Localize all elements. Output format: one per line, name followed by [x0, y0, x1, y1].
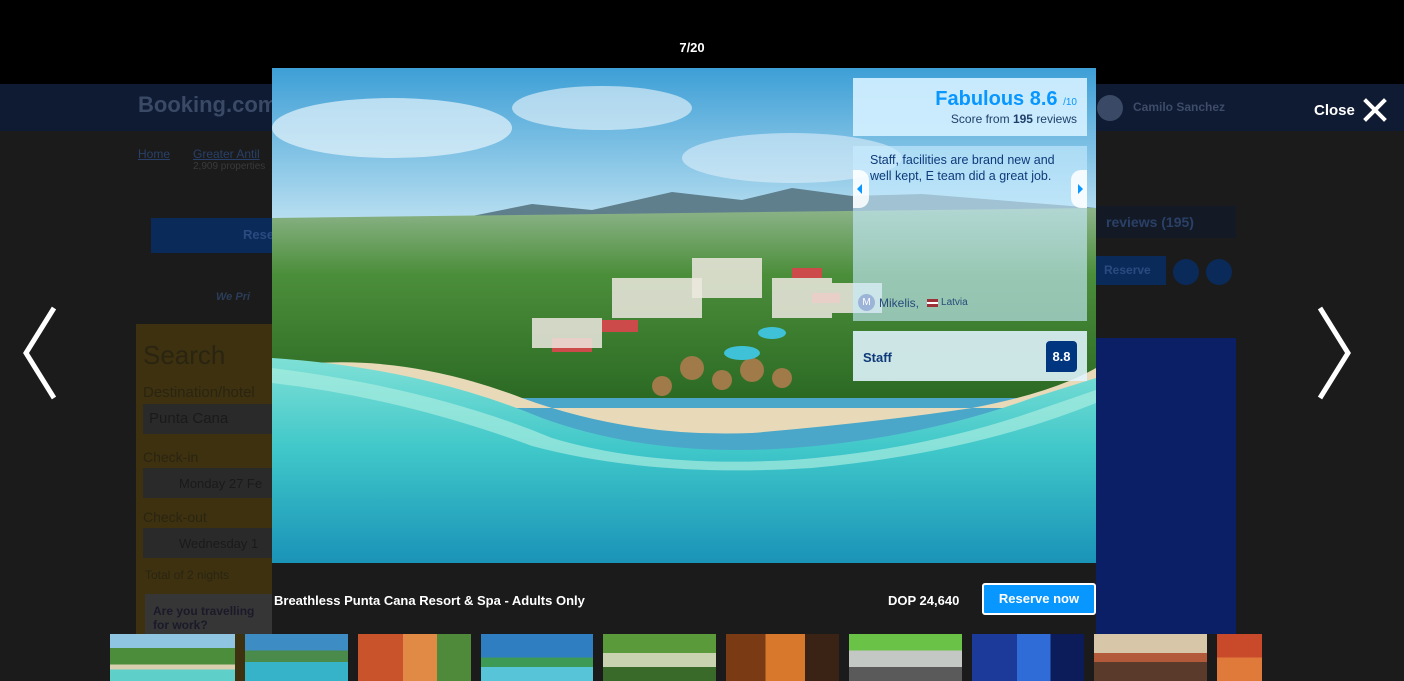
chevron-left-icon [23, 306, 57, 400]
author-country: Latvia [941, 297, 968, 308]
checkout-field: Wednesday 1 [143, 528, 272, 558]
breadcrumb-home: Home [138, 147, 171, 161]
reviews-tab: reviews (195) [1096, 206, 1236, 238]
review-score: Fabulous 8.6 /10 [853, 88, 1077, 111]
thumbnail-strip [110, 634, 1262, 681]
caret-left-icon [857, 184, 862, 194]
category-score-box: Staff 8.8 [853, 331, 1087, 381]
background-reserve-button: Rese [151, 218, 274, 253]
category-label: Staff [863, 350, 892, 365]
background-reserve-button-right: Reserve [1096, 256, 1166, 285]
review-quote-box: Staff, facilities are brand new and well… [853, 146, 1087, 321]
score-out-of: /10 [1063, 97, 1077, 108]
reserve-now-button[interactable]: Reserve now [982, 583, 1096, 615]
breadcrumb-region: Greater Antil [193, 147, 260, 161]
avatar [1097, 95, 1123, 121]
thumbnail-8[interactable] [972, 634, 1084, 681]
gallery-page: Booking.com Camilo Sanchez Home Greater … [0, 0, 1404, 681]
price-label: DOP 24,640 [888, 593, 960, 608]
score-source: Score from 195 reviews [853, 112, 1077, 126]
properties-count: 2,909 properties [193, 161, 266, 172]
thumbnail-6[interactable] [726, 634, 839, 681]
thumbnail-3[interactable] [358, 634, 471, 681]
thumbnail-7[interactable] [849, 634, 962, 681]
review-author: M Mikelis, Latvia [858, 294, 968, 311]
travel-question: Are you travelling for work? [145, 594, 272, 634]
review-prev-button[interactable] [853, 170, 869, 208]
reviews-word: reviews [1036, 112, 1077, 126]
review-next-button[interactable] [1071, 170, 1087, 208]
search-title: Search [143, 340, 226, 370]
latvia-flag-icon [927, 298, 939, 307]
author-avatar: M [858, 294, 875, 311]
thumbnail-10[interactable] [1217, 634, 1262, 681]
chevron-right-icon [1317, 306, 1351, 400]
share-icon [1206, 259, 1232, 285]
destination-label: Destination/hotel [143, 384, 255, 401]
close-icon [1363, 98, 1387, 122]
previous-photo-button[interactable] [16, 300, 64, 406]
checkout-label: Check-out [143, 509, 207, 525]
thumbnail-9[interactable] [1094, 634, 1207, 681]
category-score: 8.8 [1046, 341, 1077, 372]
score-from-label: Score from [950, 112, 1010, 126]
heart-icon [1173, 259, 1199, 285]
next-photo-button[interactable] [1310, 300, 1358, 406]
destination-field: Punta Cana [143, 404, 272, 434]
hotel-name-caption: Breathless Punta Cana Resort & Spa - Adu… [274, 593, 585, 608]
background-photo [1096, 338, 1236, 634]
caret-right-icon [1078, 184, 1083, 194]
thumbnail-4[interactable] [481, 634, 593, 681]
review-quote: Staff, facilities are brand new and well… [870, 153, 1055, 183]
review-count: 195 [1012, 112, 1033, 126]
close-label: Close [1314, 101, 1355, 119]
thumbnail-1[interactable] [110, 634, 235, 681]
author-name: Mikelis, [879, 295, 920, 310]
thumbnail-5[interactable] [603, 634, 716, 681]
nights-count: Total of 2 nights [145, 568, 230, 582]
user-name: Camilo Sanchez [1133, 100, 1226, 114]
thumbnail-2[interactable] [245, 634, 348, 681]
score-value: 8.6 [1029, 88, 1058, 110]
checkin-field: Monday 27 Fe [143, 468, 272, 498]
price-match-note: We Pri [216, 291, 251, 303]
checkin-label: Check-in [143, 449, 199, 465]
rating-word: Fabulous [935, 88, 1025, 110]
site-logo: Booking.com [138, 92, 278, 117]
close-button[interactable]: Close [1314, 96, 1387, 124]
photo-counter: 7/20 [679, 40, 705, 55]
review-score-box: Fabulous 8.6 /10 Score from 195 reviews [853, 78, 1087, 136]
